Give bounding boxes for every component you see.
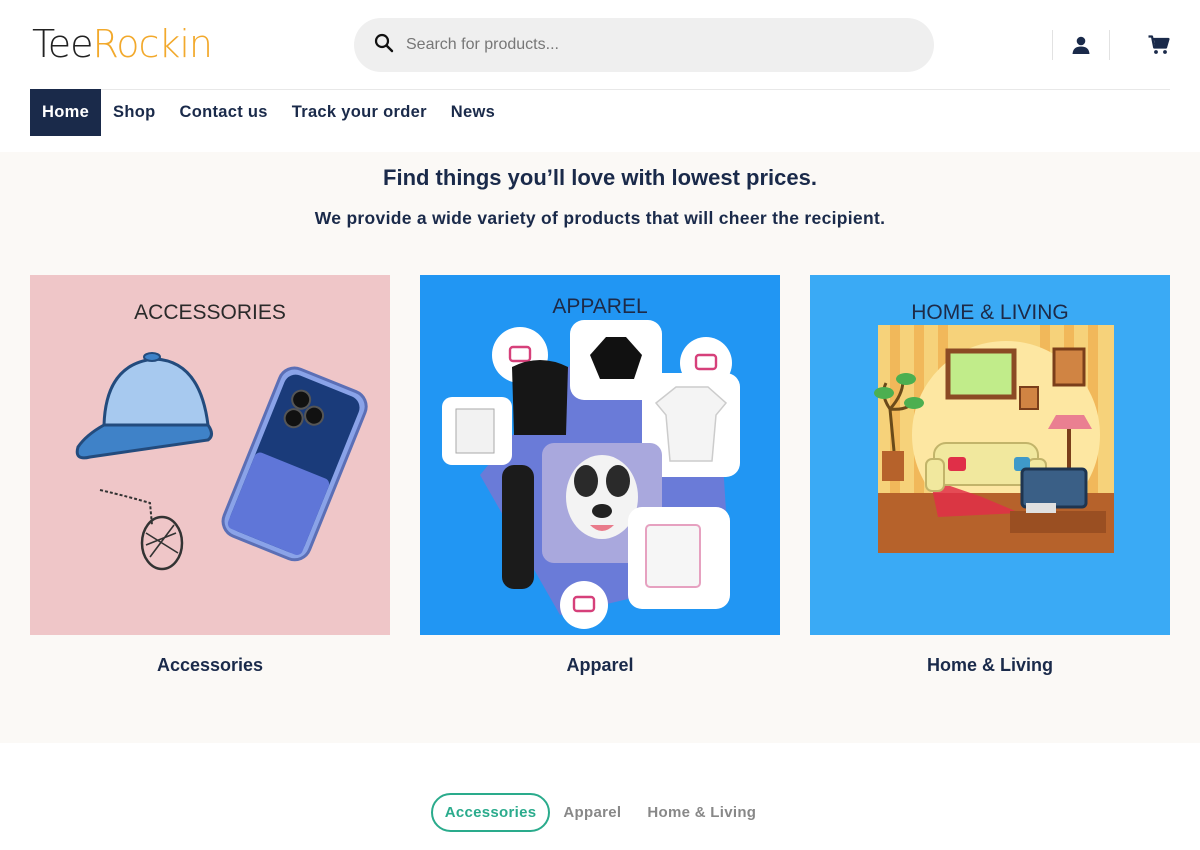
- product-tabs: Accessories Apparel Home & Living: [0, 793, 1200, 832]
- site-logo[interactable]: TeeRockin: [32, 22, 213, 66]
- home-living-illustration: HOME & LIVING: [874, 301, 1114, 553]
- category-caption-apparel[interactable]: Apparel: [420, 655, 780, 676]
- site-header: TeeRockin Home Shop Contact us Track you…: [0, 0, 1200, 152]
- image-text-apparel: APPAREL: [552, 295, 647, 318]
- image-text-accessories: ACCESSORIES: [134, 301, 286, 324]
- category-caption-home-living[interactable]: Home & Living: [810, 655, 1170, 676]
- image-text-home-living: HOME & LIVING: [911, 301, 1069, 324]
- category-image-accessories[interactable]: ACCESSORIES: [30, 275, 390, 635]
- hero-subtitle: We provide a wide variety of products th…: [314, 208, 886, 228]
- nav-item-track-your-order[interactable]: Track your order: [280, 89, 439, 136]
- tab-home-living[interactable]: Home & Living: [634, 795, 769, 830]
- main-nav: Home Shop Contact us Track your order Ne…: [30, 89, 507, 136]
- search-bar[interactable]: [354, 18, 934, 72]
- header-actions: [1052, 30, 1170, 60]
- category-image-home-living[interactable]: HOME & LIVING: [810, 275, 1170, 635]
- nav-item-home[interactable]: Home: [30, 89, 102, 136]
- category-section: Find things you’ll love with lowest pric…: [0, 152, 1200, 743]
- logo-text-tee: Tee: [32, 22, 94, 66]
- user-icon[interactable]: [1053, 30, 1109, 60]
- hero-title: Find things you’ll love with lowest pric…: [383, 165, 817, 190]
- logo-text-rockin: Rockin: [92, 22, 213, 66]
- tab-apparel[interactable]: Apparel: [550, 795, 634, 830]
- search-input[interactable]: [406, 36, 886, 54]
- search-icon[interactable]: [374, 33, 394, 58]
- cart-icon[interactable]: [1110, 30, 1170, 60]
- category-image-apparel[interactable]: APPAREL: [420, 275, 780, 635]
- accessories-illustration: ACCESSORIES: [75, 301, 368, 571]
- nav-item-news[interactable]: News: [439, 89, 507, 136]
- apparel-illustration: APPAREL: [442, 295, 740, 629]
- category-card-apparel[interactable]: APPAREL Apparel: [420, 275, 780, 676]
- nav-item-shop[interactable]: Shop: [101, 89, 167, 136]
- tab-accessories[interactable]: Accessories: [430, 793, 551, 832]
- category-card-accessories[interactable]: ACCESSORIES Accessories: [30, 275, 390, 676]
- category-caption-accessories[interactable]: Accessories: [30, 655, 390, 676]
- nav-item-contact-us[interactable]: Contact us: [168, 89, 280, 136]
- category-card-home-living[interactable]: HOME & LIVING Home & Living: [810, 275, 1170, 676]
